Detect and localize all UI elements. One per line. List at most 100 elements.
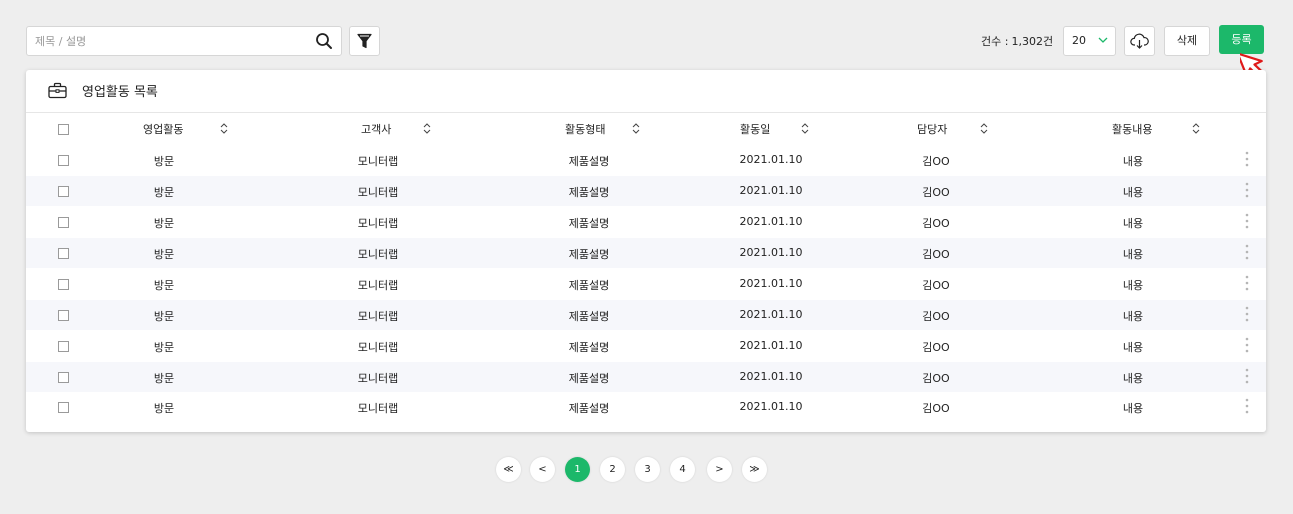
filter-button[interactable]: [349, 26, 380, 56]
header-activity-date: 활동일: [740, 123, 771, 136]
cell-activity-date: 2021.01.10: [739, 215, 803, 228]
cloud-download-icon: [1130, 33, 1149, 49]
more-vertical-icon[interactable]: [1245, 213, 1249, 229]
table-row[interactable]: 방문 모니터랩 제품설명 2021.01.10 김OO 내용: [26, 331, 1266, 361]
count-value: 1,302건: [1011, 35, 1054, 48]
table-row[interactable]: 방문 모니터랩 제품설명 2021.01.10 김OO 내용: [26, 145, 1266, 175]
cell-activity: 방문: [153, 310, 175, 323]
filter-icon: [357, 33, 372, 49]
table-row[interactable]: 방문 모니터랩 제품설명 2021.01.10 김OO 내용: [26, 269, 1266, 299]
cell-manager: 김OO: [922, 402, 950, 415]
cell-customer: 모니터랩: [357, 341, 399, 354]
header-activity-content: 활동내용: [1112, 123, 1153, 136]
more-vertical-icon[interactable]: [1245, 244, 1249, 260]
page-size-value: 20: [1072, 34, 1086, 47]
cell-activity-content: 내용: [1122, 341, 1144, 354]
more-vertical-icon[interactable]: [1245, 306, 1249, 322]
page-button-3[interactable]: 3: [635, 457, 660, 482]
table-row[interactable]: 방문 모니터랩 제품설명 2021.01.10 김OO 내용: [26, 176, 1266, 206]
cell-activity-content: 내용: [1122, 372, 1144, 385]
cell-activity: 방문: [153, 341, 175, 354]
cell-activity-content: 내용: [1122, 248, 1144, 261]
cell-customer: 모니터랩: [357, 186, 399, 199]
cell-customer: 모니터랩: [357, 372, 399, 385]
row-checkbox[interactable]: [58, 372, 69, 383]
prev-page-button[interactable]: <: [530, 457, 555, 482]
table-row[interactable]: 방문 모니터랩 제품설명 2021.01.10 김OO 내용: [26, 300, 1266, 330]
more-vertical-icon[interactable]: [1245, 275, 1249, 291]
search-box: [26, 26, 342, 56]
page-size-select[interactable]: 20: [1063, 26, 1116, 56]
first-page-button[interactable]: ≪: [496, 457, 521, 482]
cell-activity-date: 2021.01.10: [739, 400, 803, 413]
chevron-down-icon: [1098, 37, 1108, 43]
cell-customer: 모니터랩: [357, 217, 399, 230]
total-count: 건수 :1,302건: [981, 33, 1053, 49]
last-page-button[interactable]: ≫: [742, 457, 767, 482]
cell-activity: 방문: [153, 186, 175, 199]
download-button[interactable]: [1124, 26, 1155, 56]
page-button-1[interactable]: 1: [565, 457, 590, 482]
delete-button[interactable]: 삭제: [1164, 26, 1210, 56]
next-page-button[interactable]: >: [707, 457, 732, 482]
row-checkbox[interactable]: [58, 279, 69, 290]
cell-customer: 모니터랩: [357, 402, 399, 415]
cell-activity-date: 2021.01.10: [739, 184, 803, 197]
pagination: ≪ < 1 2 3 4 > ≫: [0, 457, 1293, 483]
activity-list-card: 영업활동 목록 영업활동 고객사 활동형태 활동일 담당자 활동내용 방문모니터…: [26, 70, 1266, 432]
cell-manager: 김OO: [922, 248, 950, 261]
table-row[interactable]: 방문 모니터랩 제품설명 2021.01.10 김OO 내용: [26, 392, 1266, 422]
table-row[interactable]: 방문 모니터랩 제품설명 2021.01.10 김OO 내용: [26, 207, 1266, 237]
sort-icon[interactable]: [1192, 123, 1200, 134]
cell-activity: 방문: [153, 279, 175, 292]
row-checkbox[interactable]: [58, 402, 69, 413]
row-checkbox[interactable]: [58, 155, 69, 166]
more-vertical-icon[interactable]: [1245, 182, 1249, 198]
row-checkbox[interactable]: [58, 341, 69, 352]
search-input[interactable]: [35, 31, 305, 51]
row-checkbox[interactable]: [58, 217, 69, 228]
cell-activity-date: 2021.01.10: [739, 246, 803, 259]
more-vertical-icon[interactable]: [1245, 337, 1249, 353]
table-row[interactable]: 방문 모니터랩 제품설명 2021.01.10 김OO 내용: [26, 362, 1266, 392]
cell-activity: 방문: [153, 402, 175, 415]
more-vertical-icon[interactable]: [1245, 151, 1249, 167]
cell-activity-content: 내용: [1122, 217, 1144, 230]
table-row[interactable]: 방문 모니터랩 제품설명 2021.01.10 김OO 내용: [26, 238, 1266, 268]
cell-activity-date: 2021.01.10: [739, 153, 803, 166]
header-customer: 고객사: [361, 123, 392, 136]
row-checkbox[interactable]: [58, 310, 69, 321]
card-header: 영업활동 목록: [26, 70, 1266, 113]
cell-activity-date: 2021.01.10: [739, 339, 803, 352]
cell-activity-type: 제품설명: [568, 217, 610, 230]
cell-manager: 김OO: [922, 217, 950, 230]
briefcase-icon: [48, 82, 67, 99]
cell-activity-type: 제품설명: [568, 155, 610, 168]
cell-activity: 방문: [153, 155, 175, 168]
more-vertical-icon[interactable]: [1245, 398, 1249, 414]
page-button-4[interactable]: 4: [670, 457, 695, 482]
cell-manager: 김OO: [922, 341, 950, 354]
page-button-2[interactable]: 2: [600, 457, 625, 482]
cell-activity: 방문: [153, 372, 175, 385]
sort-icon[interactable]: [423, 123, 431, 134]
header-manager: 담당자: [917, 123, 948, 136]
cell-activity-date: 2021.01.10: [739, 277, 803, 290]
cell-customer: 모니터랩: [357, 310, 399, 323]
sort-icon[interactable]: [220, 123, 228, 134]
more-vertical-icon[interactable]: [1245, 368, 1249, 384]
select-all-checkbox[interactable]: [58, 124, 69, 135]
cell-activity-content: 내용: [1122, 310, 1144, 323]
cell-activity-content: 내용: [1122, 279, 1144, 292]
cell-activity-type: 제품설명: [568, 186, 610, 199]
cell-customer: 모니터랩: [357, 155, 399, 168]
row-checkbox[interactable]: [58, 186, 69, 197]
sort-icon[interactable]: [632, 123, 640, 134]
sort-icon[interactable]: [801, 123, 809, 134]
row-checkbox[interactable]: [58, 248, 69, 259]
cell-activity-type: 제품설명: [568, 279, 610, 292]
sort-icon[interactable]: [980, 123, 988, 134]
cell-activity-content: 내용: [1122, 402, 1144, 415]
table-header: 영업활동 고객사 활동형태 활동일 담당자 활동내용: [26, 113, 1266, 143]
search-icon[interactable]: [315, 32, 333, 50]
